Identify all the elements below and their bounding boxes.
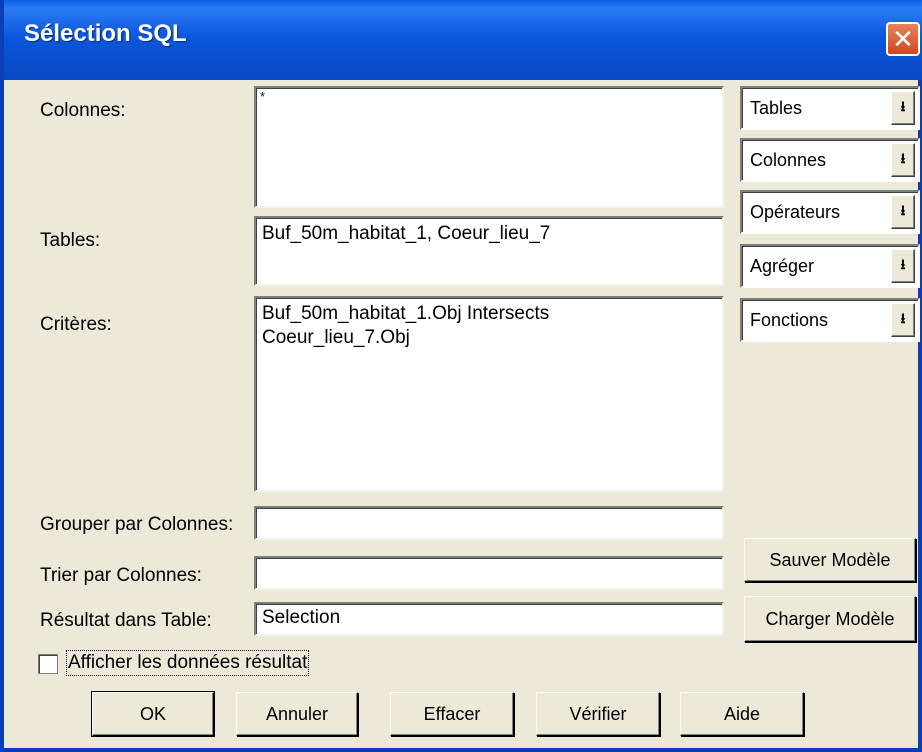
tables-dropdown-label: Tables xyxy=(750,98,803,118)
afficher-donnees-checkbox[interactable] xyxy=(38,654,58,674)
criteres-field[interactable]: Buf_50m_habitat_1.Obj Intersects Coeur_l… xyxy=(254,296,724,492)
resultat-label: Résultat dans Table: xyxy=(40,610,212,631)
fonctions-dropdown-label: Fonctions xyxy=(750,310,829,330)
operateurs-dropdown[interactable]: Opérateurs ⭳ xyxy=(740,190,920,234)
grouper-field[interactable] xyxy=(254,506,724,540)
fonctions-dropdown[interactable]: Fonctions ⭳ xyxy=(740,298,920,342)
colonnes-dropdown-arrow-icon[interactable]: ⭳ xyxy=(891,143,915,177)
sql-selection-dialog: Sélection SQL ✕ Colonnes: Tables: Critèr… xyxy=(0,0,922,752)
afficher-donnees-label[interactable]: Afficher les données résultat xyxy=(65,650,310,676)
annuler-button[interactable]: Annuler xyxy=(236,692,358,736)
colonnes-dropdown[interactable]: Colonnes ⭳ xyxy=(740,138,920,182)
tables-dropdown-arrow-icon[interactable]: ⭳ xyxy=(891,91,915,125)
trier-field[interactable] xyxy=(254,556,724,590)
resultat-field[interactable]: Selection xyxy=(254,602,724,636)
ok-button[interactable]: OK xyxy=(91,691,215,737)
title-bar[interactable]: Sélection SQL ✕ xyxy=(4,0,922,80)
operateurs-dropdown-arrow-icon[interactable]: ⭳ xyxy=(891,195,915,229)
window-title: Sélection SQL xyxy=(24,20,187,47)
colonnes-dropdown-label: Colonnes xyxy=(750,150,827,170)
tables-field[interactable]: Buf_50m_habitat_1, Coeur_lieu_7 xyxy=(254,216,724,286)
colonnes-label: Colonnes: xyxy=(40,100,126,121)
charger-modele-button[interactable]: Charger Modèle xyxy=(744,596,916,642)
agreger-dropdown[interactable]: Agréger ⭳ xyxy=(740,244,920,288)
trier-label: Trier par Colonnes: xyxy=(40,565,202,586)
close-button[interactable]: ✕ xyxy=(886,22,920,56)
operateurs-dropdown-label: Opérateurs xyxy=(750,202,841,222)
effacer-button[interactable]: Effacer xyxy=(390,692,514,736)
colonnes-field[interactable]: * xyxy=(254,86,724,208)
aide-button[interactable]: Aide xyxy=(680,692,804,736)
criteres-label: Critères: xyxy=(40,314,112,335)
tables-label: Tables: xyxy=(40,230,101,251)
verifier-button[interactable]: Vérifier xyxy=(536,692,660,736)
fonctions-dropdown-arrow-icon[interactable]: ⭳ xyxy=(891,303,915,337)
tables-dropdown[interactable]: Tables ⭳ xyxy=(740,86,920,130)
agreger-dropdown-label: Agréger xyxy=(750,256,815,276)
sauver-modele-button[interactable]: Sauver Modèle xyxy=(744,538,916,582)
close-icon: ✕ xyxy=(892,23,914,54)
grouper-label: Grouper par Colonnes: xyxy=(40,514,234,535)
agreger-dropdown-arrow-icon[interactable]: ⭳ xyxy=(891,249,915,283)
